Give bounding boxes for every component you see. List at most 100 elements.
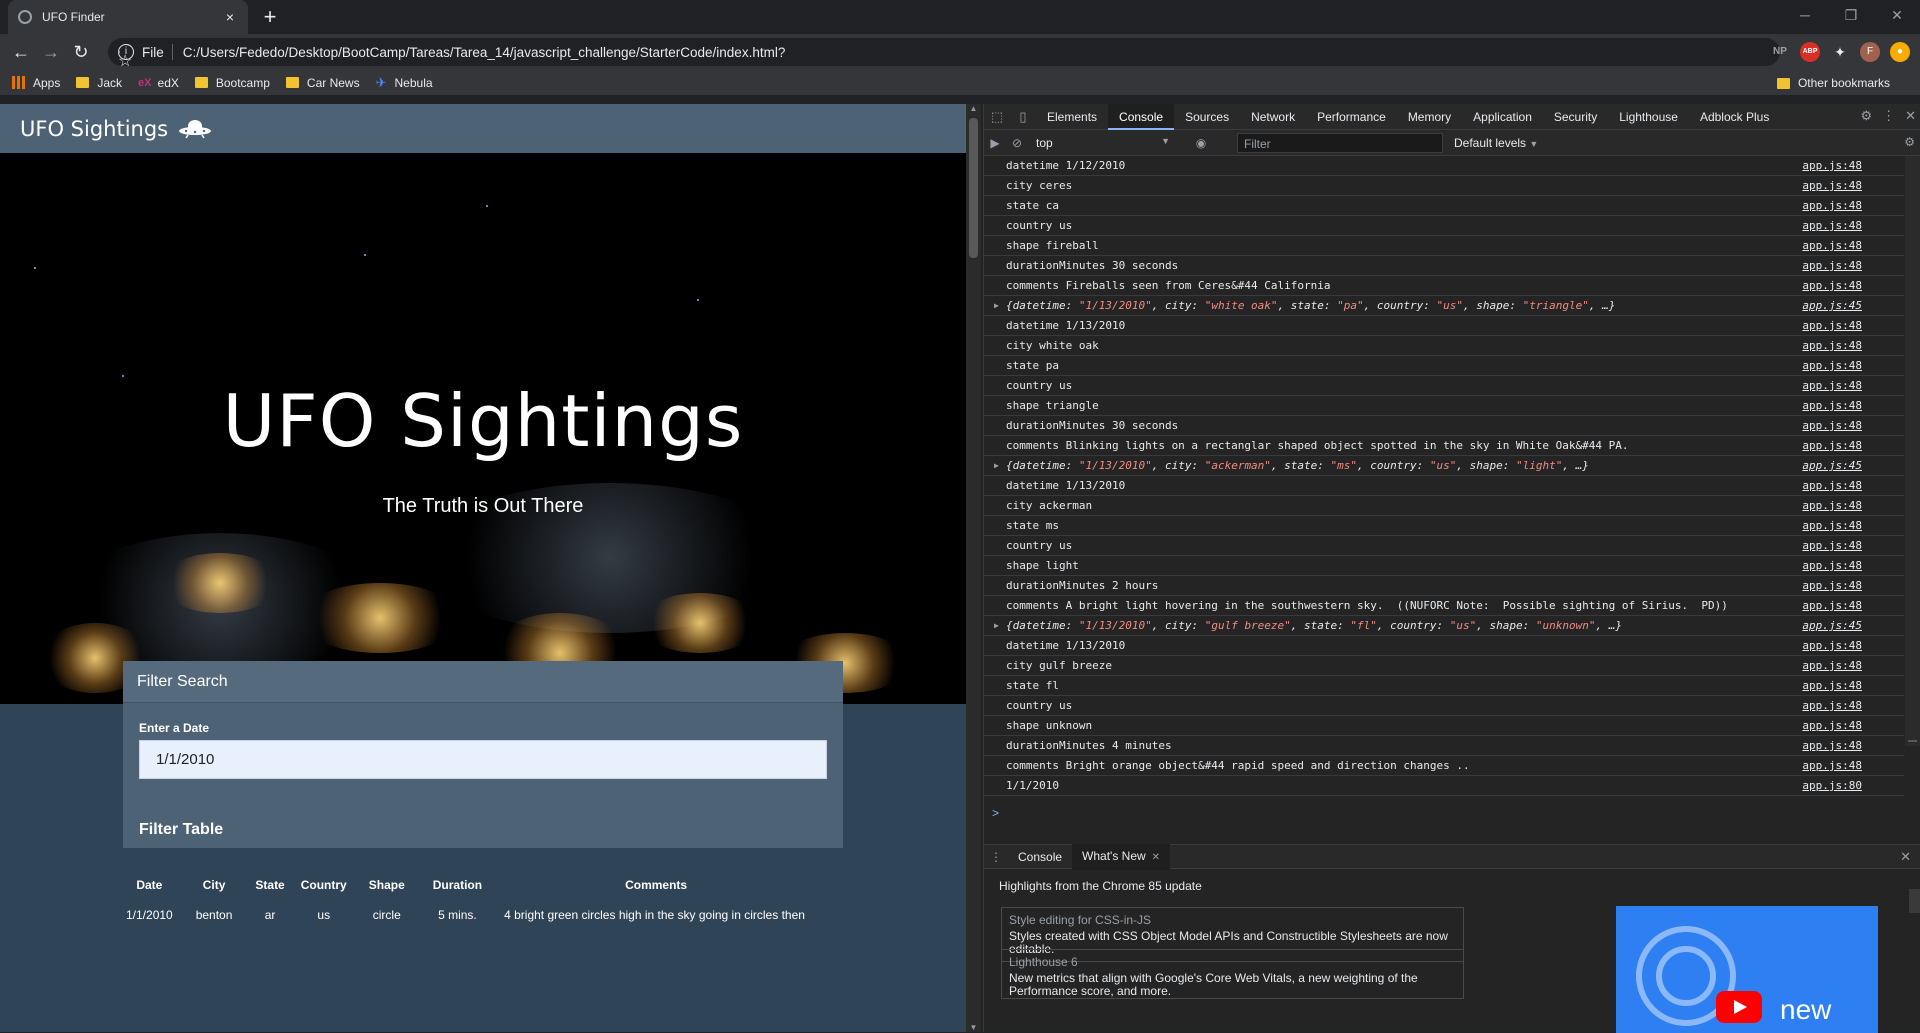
expand-arrow-icon[interactable]: ▶ bbox=[994, 296, 999, 316]
close-tab-icon[interactable]: ✕ bbox=[1152, 852, 1160, 863]
source-link[interactable]: app.js:45 bbox=[1802, 456, 1862, 476]
browser-tab[interactable]: UFO Finder × bbox=[8, 0, 248, 34]
source-link[interactable]: app.js:48 bbox=[1802, 156, 1862, 176]
source-link[interactable]: app.js:48 bbox=[1802, 596, 1862, 616]
scroll-down-icon[interactable]: ▼ bbox=[966, 1023, 981, 1032]
source-link[interactable]: app.js:48 bbox=[1802, 476, 1862, 496]
source-link[interactable]: app.js:48 bbox=[1802, 676, 1862, 696]
source-link[interactable]: app.js:48 bbox=[1802, 416, 1862, 436]
drawer-tab-console[interactable]: Console bbox=[1008, 845, 1072, 869]
tab-application[interactable]: Application bbox=[1462, 104, 1543, 130]
whats-new-video[interactable]: new bbox=[1616, 906, 1878, 1033]
console-object-row[interactable]: ▶ {datetime: "1/13/2010", city: "white oa… bbox=[984, 296, 1904, 316]
source-link[interactable]: app.js:48 bbox=[1802, 516, 1862, 536]
source-link[interactable]: app.js:48 bbox=[1802, 356, 1862, 376]
tab-elements[interactable]: Elements bbox=[1036, 104, 1108, 130]
source-link[interactable]: app.js:45 bbox=[1802, 296, 1862, 316]
source-link[interactable]: app.js:48 bbox=[1802, 376, 1862, 396]
source-link[interactable]: app.js:48 bbox=[1802, 396, 1862, 416]
eye-icon[interactable]: ◉ bbox=[1190, 136, 1212, 150]
tab-security[interactable]: Security bbox=[1543, 104, 1608, 130]
settings-gear-icon[interactable]: ⚙ bbox=[1860, 108, 1872, 124]
close-window-icon[interactable]: ✕ bbox=[1874, 0, 1920, 30]
device-toolbar-icon[interactable]: ▯ bbox=[1010, 109, 1036, 125]
log-levels-select[interactable]: Default levels ▼ bbox=[1454, 136, 1538, 150]
bookmark-car-news[interactable]: Car News bbox=[285, 76, 360, 90]
bookmark-star-icon[interactable]: ☆ bbox=[118, 51, 132, 70]
puzzle-icon[interactable]: ✦ bbox=[1830, 42, 1850, 62]
source-link[interactable]: app.js:48 bbox=[1802, 716, 1862, 736]
console-settings-icon[interactable]: ⚙ bbox=[1904, 135, 1915, 149]
source-link[interactable]: app.js:48 bbox=[1802, 316, 1862, 336]
source-link[interactable]: app.js:48 bbox=[1802, 196, 1862, 216]
source-link[interactable]: app.js:48 bbox=[1802, 436, 1862, 456]
other-bookmarks[interactable]: Other bookmarks bbox=[1776, 76, 1890, 90]
source-link[interactable]: app.js:48 bbox=[1802, 636, 1862, 656]
forward-icon[interactable]: → bbox=[36, 42, 66, 63]
source-link[interactable]: app.js:48 bbox=[1802, 336, 1862, 356]
sidebar-toggle-icon[interactable]: ▶ bbox=[984, 136, 1006, 150]
tab-sources[interactable]: Sources bbox=[1174, 104, 1240, 130]
new-tab-button[interactable]: + bbox=[258, 4, 282, 30]
minimize-icon[interactable]: ─ bbox=[1782, 0, 1828, 30]
source-link[interactable]: app.js:48 bbox=[1802, 576, 1862, 596]
tab-network[interactable]: Network bbox=[1240, 104, 1306, 130]
tab-console[interactable]: Console bbox=[1108, 103, 1175, 130]
source-link[interactable]: app.js:48 bbox=[1802, 176, 1862, 196]
url-text[interactable]: C:/Users/Fededo/Desktop/BootCamp/Tareas/… bbox=[183, 45, 1770, 60]
source-link[interactable]: app.js:48 bbox=[1802, 736, 1862, 756]
console-scrollbar[interactable] bbox=[1905, 156, 1920, 746]
console-prompt[interactable]: > bbox=[992, 806, 999, 820]
whats-new-card[interactable]: Lighthouse 6 New metrics that align with… bbox=[1001, 949, 1464, 999]
context-select[interactable]: top ▼ bbox=[1028, 133, 1178, 153]
close-tab-icon[interactable]: × bbox=[222, 9, 238, 25]
reload-icon[interactable]: ↻ bbox=[66, 42, 96, 63]
source-link[interactable]: app.js:48 bbox=[1802, 236, 1862, 256]
more-options-icon[interactable]: ⋮ bbox=[1882, 108, 1895, 124]
console-object-row[interactable]: ▶ {datetime: "1/13/2010", city: "gulf bre… bbox=[984, 616, 1904, 636]
navbar-brand[interactable]: UFO Sightings bbox=[20, 117, 168, 141]
bookmark-nebula[interactable]: ✈ Nebula bbox=[376, 75, 433, 91]
source-link[interactable]: app.js:48 bbox=[1802, 496, 1862, 516]
tab-performance[interactable]: Performance bbox=[1306, 104, 1397, 130]
bookmark-edx[interactable]: eX edX bbox=[138, 76, 179, 90]
address-bar[interactable]: i File C:/Users/Fededo/Desktop/BootCamp/… bbox=[108, 38, 1780, 70]
drawer-tab-whats-new[interactable]: What's New ✕ bbox=[1072, 843, 1171, 870]
close-devtools-icon[interactable]: ✕ bbox=[1905, 108, 1916, 124]
bookmark-jack[interactable]: Jack bbox=[76, 76, 122, 90]
back-icon[interactable]: ← bbox=[6, 42, 36, 63]
expand-arrow-icon[interactable]: ▶ bbox=[994, 456, 999, 476]
source-link[interactable]: app.js:48 bbox=[1802, 256, 1862, 276]
tab-lighthouse[interactable]: Lighthouse bbox=[1608, 104, 1689, 130]
scroll-up-icon[interactable]: ▲ bbox=[966, 104, 981, 113]
update-icon[interactable]: ● bbox=[1890, 42, 1910, 62]
close-drawer-icon[interactable]: ✕ bbox=[1900, 849, 1911, 865]
restore-icon[interactable]: ❐ bbox=[1828, 0, 1874, 30]
scroll-thumb[interactable] bbox=[969, 118, 978, 258]
source-link[interactable]: app.js:48 bbox=[1802, 216, 1862, 236]
bookmark-apps[interactable]: Apps bbox=[12, 76, 60, 90]
expand-arrow-icon[interactable]: ▶ bbox=[994, 616, 999, 636]
source-link[interactable]: app.js:48 bbox=[1802, 656, 1862, 676]
youtube-play-icon[interactable] bbox=[1716, 991, 1762, 1023]
source-link[interactable]: app.js:80 bbox=[1802, 776, 1862, 796]
bookmark-bootcamp[interactable]: Bootcamp bbox=[194, 76, 270, 90]
source-link[interactable]: app.js:48 bbox=[1802, 276, 1862, 296]
avatar[interactable]: F bbox=[1860, 42, 1880, 62]
tab-adblock-plus[interactable]: Adblock Plus bbox=[1689, 104, 1780, 130]
source-link[interactable]: app.js:48 bbox=[1802, 756, 1862, 776]
source-link[interactable]: app.js:48 bbox=[1802, 556, 1862, 576]
drawer-menu-icon[interactable]: ⋮ bbox=[984, 850, 1008, 864]
scroll-thumb[interactable] bbox=[1908, 740, 1917, 742]
drawer-scrollbar[interactable] bbox=[1909, 889, 1920, 913]
source-link[interactable]: app.js:48 bbox=[1802, 696, 1862, 716]
console-filter-input[interactable]: Filter bbox=[1237, 133, 1443, 153]
source-link[interactable]: app.js:48 bbox=[1802, 536, 1862, 556]
extension-np[interactable]: NP bbox=[1770, 42, 1790, 62]
date-input[interactable]: 1/1/2010 bbox=[139, 740, 827, 779]
console-object-row[interactable]: ▶ {datetime: "1/13/2010", city: "ackerman… bbox=[984, 456, 1904, 476]
extension-abp[interactable]: ABP bbox=[1800, 42, 1820, 62]
clear-console-icon[interactable]: ⊘ bbox=[1006, 136, 1028, 150]
source-link[interactable]: app.js:45 bbox=[1802, 616, 1862, 636]
tab-memory[interactable]: Memory bbox=[1397, 104, 1462, 130]
